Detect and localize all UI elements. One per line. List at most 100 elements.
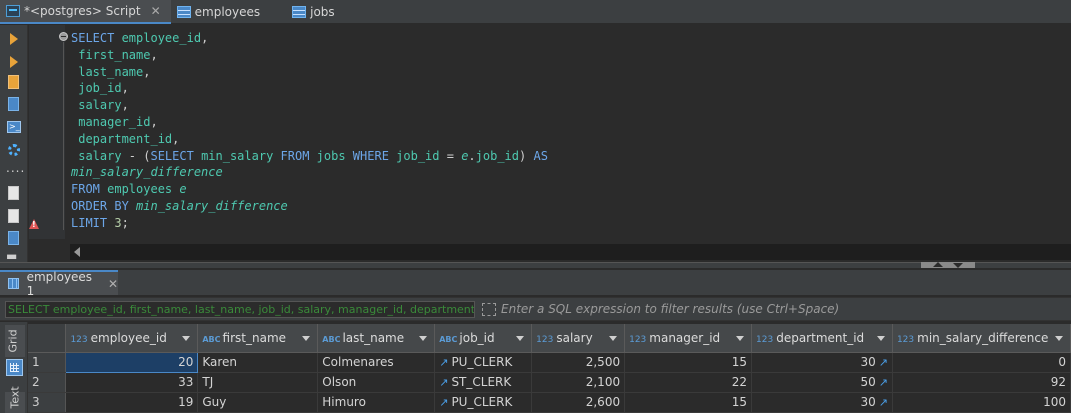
expand-filter-icon[interactable] [482, 303, 496, 316]
cell-job-id[interactable]: ↗ PU_CLERK [434, 392, 533, 413]
table-row[interactable]: 1 20 Karen Colmenares ↗ PU_CLERK 2,500 15 30 ↗ 0 [28, 351, 1071, 373]
execute-in-new-tab-button[interactable] [6, 54, 22, 70]
cell-manager-id[interactable]: 15 [624, 392, 753, 413]
close-icon[interactable]: ✕ [108, 277, 118, 291]
splitter-toggle-handle[interactable] [921, 262, 975, 268]
code-line[interactable]: manager_id, [71, 114, 548, 131]
cell-salary[interactable]: 2,100 [531, 372, 626, 393]
sort-arrow-icon[interactable] [516, 336, 525, 341]
cell-min-salary-difference[interactable]: 0 [892, 352, 1071, 373]
code-line[interactable]: job_id, [71, 80, 548, 97]
cell-manager-id[interactable]: 22 [624, 372, 753, 393]
editor-toolbar: >_ .... ▬ [0, 25, 28, 263]
panel-splitter[interactable] [0, 262, 1071, 268]
cell-first-name[interactable]: Karen [197, 352, 319, 373]
execute-statement-button[interactable] [6, 31, 22, 47]
cell-last-name[interactable]: Colmenares [317, 352, 436, 373]
cell-last-name[interactable]: Olson [317, 372, 436, 393]
cell-employee-id[interactable]: 33 [65, 372, 199, 393]
tab-postgres-script[interactable]: *<postgres> Script ✕ [0, 0, 171, 24]
column-header-first-name[interactable]: ABC first_name [197, 324, 319, 353]
open-console-button[interactable]: >_ [6, 119, 22, 135]
export-button[interactable] [6, 185, 22, 201]
row-number-header[interactable] [28, 324, 67, 353]
code-line[interactable]: LIMIT 3; [71, 215, 548, 232]
tab-results-employees-1[interactable]: employees 1 ✕ [0, 270, 118, 298]
cell-employee-id[interactable]: 20 [65, 351, 199, 373]
cell-salary[interactable]: 2,600 [531, 392, 626, 413]
sort-arrow-icon[interactable] [182, 336, 191, 341]
results-table[interactable]: 123 employee_id ABC first_name ABC last_name A… [28, 324, 1071, 413]
tab-jobs[interactable]: jobs [286, 0, 345, 24]
close-icon[interactable]: ✕ [151, 4, 161, 18]
code-line[interactable]: department_id, [71, 131, 548, 148]
link-icon[interactable]: ↗ [439, 396, 448, 409]
fold-collapse-icon[interactable] [59, 32, 68, 41]
sort-arrow-icon[interactable] [736, 336, 745, 341]
sort-arrow-icon[interactable] [302, 336, 311, 341]
code-line[interactable]: FROM employees e [71, 181, 548, 198]
cell-manager-id[interactable]: 15 [624, 352, 753, 373]
code-line[interactable]: ORDER BY min_salary_difference [71, 198, 548, 215]
table-row[interactable]: 3 19 Guy Himuro ↗ PU_CLERK 2,600 15 30 ↗ 100 [28, 392, 1071, 413]
grid-view-button[interactable] [6, 359, 23, 376]
cell-job-id[interactable]: ↗ ST_CLERK [434, 372, 533, 393]
link-icon[interactable]: ↗ [439, 356, 448, 369]
execute-script-button[interactable] [6, 74, 22, 90]
cell-first-name[interactable]: Guy [197, 392, 319, 413]
column-header-salary[interactable]: 123 salary [531, 324, 626, 353]
cell-value: 2,500 [585, 355, 621, 369]
cell-min-salary-difference[interactable]: 100 [892, 392, 1071, 413]
filter-input[interactable]: Enter a SQL expression to filter results… [501, 301, 1066, 318]
code-line[interactable]: SELECT employee_id, [71, 30, 548, 47]
cell-department-id[interactable]: 30 ↗ [751, 392, 893, 413]
tab-text[interactable]: Text [5, 386, 25, 413]
scroll-left-icon[interactable] [74, 247, 80, 257]
sort-arrow-icon[interactable] [876, 336, 885, 341]
link-icon[interactable]: ↗ [439, 376, 448, 389]
code-line[interactable]: salary, [71, 97, 548, 114]
execute-script-new-tabs-button[interactable] [6, 96, 22, 112]
table-row[interactable]: 2 33 TJ Olson ↗ ST_CLERK 2,100 22 50 ↗ 92 [28, 372, 1071, 393]
query-text-field[interactable]: SELECT employee_id, first_name, last_nam… [5, 301, 475, 318]
editor-horizontal-scrollbar[interactable] [70, 244, 1071, 260]
row-number[interactable]: 1 [28, 352, 67, 373]
column-header-employee-id[interactable]: 123 employee_id [65, 324, 199, 353]
column-header-department-id[interactable]: 123 department_id [751, 324, 893, 353]
import-button[interactable] [6, 208, 22, 224]
row-number[interactable]: 3 [28, 392, 67, 413]
column-header-last-name[interactable]: ABC last_name [317, 324, 436, 353]
code-line[interactable]: min_salary_difference [71, 164, 548, 181]
sql-code[interactable]: SELECT employee_id, first_name, last_nam… [71, 30, 548, 232]
tab-employees[interactable]: employees [171, 0, 270, 24]
cell-first-name[interactable]: TJ [197, 372, 319, 393]
cell-last-name[interactable]: Himuro [317, 392, 436, 413]
load-button[interactable] [6, 230, 22, 246]
cell-salary[interactable]: 2,500 [531, 352, 626, 373]
explain-plan-button[interactable] [6, 142, 22, 158]
cell-department-id[interactable]: 30 ↗ [751, 352, 893, 373]
cell-min-salary-difference[interactable]: 92 [892, 372, 1071, 393]
more-actions-button[interactable]: .... [6, 162, 24, 180]
sql-editor[interactable]: SELECT employee_id, first_name, last_nam… [65, 25, 1071, 239]
sort-arrow-icon[interactable] [1055, 336, 1063, 341]
code-line[interactable]: first_name, [71, 47, 548, 64]
cell-department-id[interactable]: 50 ↗ [751, 372, 893, 393]
results-grid[interactable]: 123 employee_id ABC first_name ABC last_name A… [28, 324, 1071, 413]
cell-employee-id[interactable]: 19 [65, 392, 199, 413]
column-header-min-salary-difference[interactable]: 123 min_salary_difference [892, 324, 1071, 353]
column-header-job-id[interactable]: ABC job_id [434, 324, 533, 353]
code-line[interactable]: salary - (SELECT min_salary FROM jobs WH… [71, 148, 548, 165]
tab-grid[interactable]: Grid [5, 325, 25, 357]
code-token: , [143, 64, 151, 79]
row-number[interactable]: 2 [28, 372, 67, 393]
link-icon[interactable]: ↗ [879, 356, 888, 369]
code-line[interactable]: last_name, [71, 64, 548, 81]
cell-job-id[interactable]: ↗ PU_CLERK [434, 352, 533, 373]
sort-arrow-icon[interactable] [609, 336, 618, 341]
code-token: employees [107, 182, 180, 197]
sort-arrow-icon[interactable] [419, 336, 428, 341]
column-header-manager-id[interactable]: 123 manager_id [624, 324, 753, 353]
link-icon[interactable]: ↗ [879, 376, 888, 389]
link-icon[interactable]: ↗ [879, 396, 888, 409]
